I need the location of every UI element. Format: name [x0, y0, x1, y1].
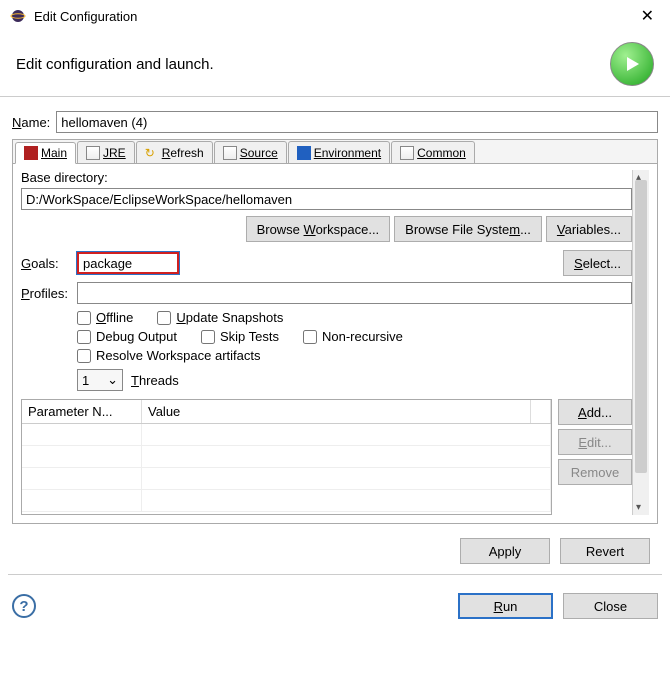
vertical-scrollbar[interactable]: [632, 170, 649, 515]
source-icon: [223, 146, 237, 160]
profiles-label: Profiles:: [21, 286, 77, 301]
run-large-icon: [610, 42, 654, 86]
window-title: Edit Configuration: [34, 9, 635, 24]
goals-input[interactable]: [77, 252, 179, 274]
base-directory-label: Base directory:: [21, 170, 632, 185]
update-snapshots-checkbox[interactable]: [157, 311, 171, 325]
browse-filesystem-button[interactable]: Browse File System...: [394, 216, 542, 242]
tab-common[interactable]: Common: [391, 141, 475, 163]
close-icon[interactable]: ✕: [635, 6, 660, 26]
threads-value: 1: [82, 373, 89, 388]
common-icon: [400, 146, 414, 160]
table-header-value[interactable]: Value: [142, 400, 531, 423]
scroll-thumb[interactable]: [635, 180, 647, 473]
close-button[interactable]: Close: [563, 593, 658, 619]
tab-main[interactable]: Main: [15, 142, 76, 164]
refresh-icon: ↻: [145, 146, 159, 160]
name-label: Name:: [12, 115, 50, 130]
select-button[interactable]: Select...: [563, 250, 632, 276]
eclipse-icon: [10, 8, 26, 24]
remove-button: Remove: [558, 459, 632, 485]
resolve-workspace-label: Resolve Workspace artifacts: [96, 348, 261, 363]
parameters-table[interactable]: Parameter N... Value: [21, 399, 552, 515]
profiles-input[interactable]: [77, 282, 632, 304]
table-row[interactable]: [22, 468, 551, 490]
edit-button: Edit...: [558, 429, 632, 455]
threads-select[interactable]: 1 ⌄: [77, 369, 123, 391]
jre-icon: [86, 146, 100, 160]
environment-icon: [297, 146, 311, 160]
update-snapshots-label: Update Snapshots: [176, 310, 283, 325]
table-row[interactable]: [22, 446, 551, 468]
variables-button[interactable]: Variables...: [546, 216, 632, 242]
help-icon[interactable]: ?: [12, 594, 36, 618]
header-text: Edit configuration and launch.: [16, 56, 610, 73]
tab-jre[interactable]: JRE: [77, 141, 135, 163]
threads-label: Threads: [131, 373, 179, 388]
maven-icon: [24, 146, 38, 160]
offline-label: Offline: [96, 310, 133, 325]
non-recursive-label: Non-recursive: [322, 329, 403, 344]
browse-workspace-button[interactable]: Browse Workspace...: [246, 216, 391, 242]
revert-button[interactable]: Revert: [560, 538, 650, 564]
table-header-parameter[interactable]: Parameter N...: [22, 400, 142, 423]
tab-environment[interactable]: Environment: [288, 141, 390, 163]
goals-label: Goals:: [21, 256, 77, 271]
table-row[interactable]: [22, 490, 551, 512]
name-input[interactable]: [56, 111, 658, 133]
debug-output-label: Debug Output: [96, 329, 177, 344]
offline-checkbox[interactable]: [77, 311, 91, 325]
tab-bar: Main JRE ↻Refresh Source Environment Com…: [13, 140, 657, 164]
table-row[interactable]: [22, 424, 551, 446]
apply-button[interactable]: Apply: [460, 538, 550, 564]
non-recursive-checkbox[interactable]: [303, 330, 317, 344]
skip-tests-label: Skip Tests: [220, 329, 279, 344]
chevron-down-icon: ⌄: [107, 372, 118, 388]
run-button[interactable]: Run: [458, 593, 553, 619]
resolve-workspace-checkbox[interactable]: [77, 349, 91, 363]
skip-tests-checkbox[interactable]: [201, 330, 215, 344]
debug-output-checkbox[interactable]: [77, 330, 91, 344]
tab-refresh[interactable]: ↻Refresh: [136, 141, 213, 163]
tab-source[interactable]: Source: [214, 141, 287, 163]
add-button[interactable]: Add...: [558, 399, 632, 425]
base-directory-input[interactable]: [21, 188, 632, 210]
